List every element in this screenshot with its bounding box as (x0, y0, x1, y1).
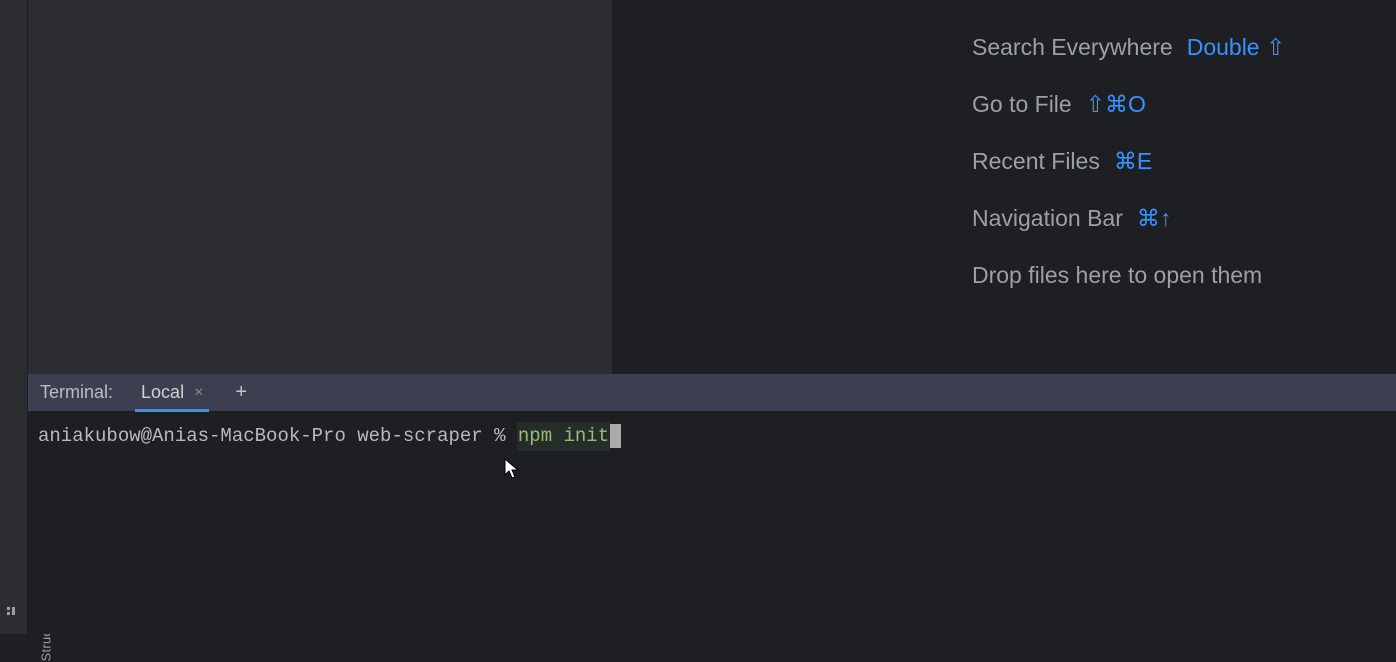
drop-text: Drop files here to open them (972, 262, 1262, 289)
close-icon[interactable]: × (194, 385, 203, 401)
terminal-tab-local[interactable]: Local × (137, 374, 207, 412)
drop-files-hint: Drop files here to open them (972, 262, 1285, 289)
terminal-tab-label: Local (141, 382, 184, 403)
action-label: Navigation Bar (972, 205, 1123, 232)
terminal-prompt: aniakubow@Anias-MacBook-Pro web-scraper … (38, 422, 517, 451)
action-go-to-file[interactable]: Go to File ⇧⌘O (972, 91, 1285, 118)
terminal-cursor (610, 424, 621, 448)
action-label: Recent Files (972, 148, 1100, 175)
action-navigation-bar[interactable]: Navigation Bar ⌘↑ (972, 205, 1285, 232)
terminal-command: npm init (517, 422, 610, 451)
tool-window-sidebar: Structure (0, 0, 28, 634)
action-search-everywhere[interactable]: Search Everywhere Double ⇧ (972, 34, 1285, 61)
structure-icon[interactable] (6, 606, 20, 620)
add-terminal-tab-button[interactable]: + (235, 381, 247, 404)
action-recent-files[interactable]: Recent Files ⌘E (972, 148, 1285, 175)
shortcut-key: Double ⇧ (1187, 34, 1286, 61)
terminal-panel: Terminal: Local × + aniakubow@Anias-MacB… (28, 374, 1396, 634)
welcome-actions: Search Everywhere Double ⇧ Go to File ⇧⌘… (972, 34, 1285, 289)
shortcut-key: ⌘E (1114, 148, 1152, 175)
terminal-title: Terminal: (40, 382, 113, 403)
editor-left-panel (28, 0, 612, 374)
action-label: Search Everywhere (972, 34, 1173, 61)
terminal-header: Terminal: Local × + (28, 374, 1396, 412)
editor-area: Search Everywhere Double ⇧ Go to File ⇧⌘… (28, 0, 1396, 374)
editor-welcome-panel: Search Everywhere Double ⇧ Go to File ⇧⌘… (612, 0, 1396, 374)
shortcut-key: ⇧⌘O (1086, 91, 1146, 118)
terminal-prompt-line: aniakubow@Anias-MacBook-Pro web-scraper … (38, 422, 1386, 451)
action-label: Go to File (972, 91, 1072, 118)
terminal-content[interactable]: aniakubow@Anias-MacBook-Pro web-scraper … (28, 412, 1396, 461)
shortcut-key: ⌘↑ (1137, 205, 1172, 232)
